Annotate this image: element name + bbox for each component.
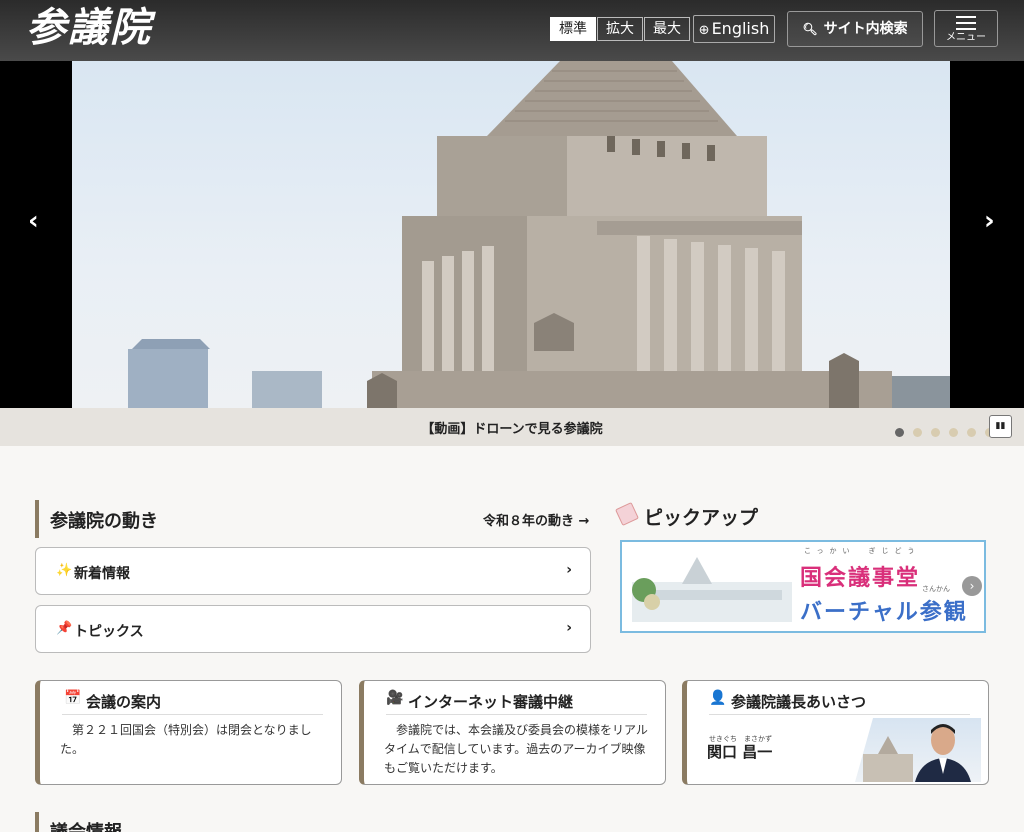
list-item-topics[interactable]: 📌 トピックス › (35, 605, 591, 653)
card-internet-broadcast[interactable]: 🎥 インターネット審議中継 参議院では、本会議及び委員会の模様をリアルタイムで配… (359, 680, 666, 785)
sparkles-icon: ✨ (56, 563, 73, 578)
carousel-dots (895, 422, 998, 441)
carousel-caption-bar: 【動画】ドローンで見る参議院 ▮▮ (0, 408, 1024, 446)
activity-year-link[interactable]: 令和８年の動き → (483, 510, 589, 529)
english-label: English (711, 19, 770, 38)
chevron-right-icon: › (566, 562, 572, 578)
card-body: 参議院では、本会議及び委員会の模様をリアルタイムで配信しています。過去のアーカイ… (384, 723, 648, 775)
pause-icon: ▮▮ (995, 421, 1006, 431)
hero-image-diet-building[interactable] (72, 61, 950, 408)
activity-section-title: 参議院の動き (50, 511, 158, 532)
text-size-standard-button[interactable]: 標準 (550, 17, 596, 41)
card-title: 参議院議長あいさつ (731, 693, 867, 711)
carousel-dot[interactable] (931, 428, 941, 437)
parliament-info-section-title: 議会情報 (50, 818, 122, 832)
hamburger-icon (956, 16, 976, 30)
list-item-label: トピックス (74, 624, 144, 640)
banner-ruby-line1: こっかい ぎじどう (804, 547, 921, 555)
card-title: インターネット審議中継 (408, 693, 574, 711)
carousel-dot[interactable] (949, 428, 959, 437)
card-session-guide[interactable]: 📅 会議の案内 第２２１回国会（特別会）は閉会となりました。 (35, 680, 342, 785)
card-body: 第２２１回国会（特別会）は閉会となりました。 (60, 723, 312, 756)
section-marker (35, 812, 39, 832)
text-size-large-button[interactable]: 拡大 (597, 17, 643, 41)
divider (386, 714, 647, 715)
carousel-next-button[interactable]: › (984, 206, 995, 236)
pushpin-icon: 📌 (56, 621, 73, 636)
section-marker (35, 500, 39, 538)
site-header: 参議院 標準 拡大 最大 ⊕ English 🔍︎ サイト内検索 メニュー (0, 0, 1024, 61)
menu-button[interactable]: メニュー (934, 10, 998, 47)
divider (709, 714, 970, 715)
president-photo (843, 718, 981, 782)
banner-line2: バーチャル参観 (800, 600, 968, 625)
banner-next-button[interactable]: › (962, 576, 982, 596)
carousel-dot[interactable] (895, 428, 904, 437)
video-camera-icon: 🎥 (386, 690, 404, 706)
person-icon: 👤 (709, 690, 727, 706)
hero-carousel: ‹ › (0, 61, 1024, 408)
carousel-dot[interactable] (967, 428, 977, 437)
search-icon: 🔍︎ (802, 22, 818, 36)
menu-label: メニュー (946, 32, 986, 43)
card-president-greeting[interactable]: 👤 参議院議長あいさつ せきぐち まさかず 関口 昌一 (682, 680, 989, 785)
carousel-caption[interactable]: 【動画】ドローンで見る参議院 (0, 418, 1024, 437)
card-title: 会議の案内 (86, 693, 162, 711)
diet-building-illustration (632, 557, 792, 622)
carousel-dot[interactable] (913, 428, 923, 437)
globe-icon: ⊕ (698, 23, 710, 38)
site-search-button[interactable]: 🔍︎ サイト内検索 (787, 11, 923, 47)
pickup-section-title: ピックアップ (644, 507, 759, 529)
virtual-tour-banner[interactable]: こっかい ぎじどう 国会議事堂 さんかん バーチャル参観 › (620, 540, 986, 633)
text-size-max-button[interactable]: 最大 (644, 17, 690, 41)
banner-line1: 国会議事堂 (800, 566, 921, 591)
banner-ruby-line2: さんかん (922, 585, 950, 593)
carousel-pause-button[interactable]: ▮▮ (989, 415, 1012, 438)
calendar-icon: 📅 (64, 690, 82, 706)
chevron-right-icon: › (566, 620, 572, 636)
site-search-label: サイト内検索 (823, 21, 908, 37)
carousel-prev-button[interactable]: ‹ (28, 206, 39, 236)
president-name: 関口 昌一 (707, 743, 773, 761)
list-item-news[interactable]: ✨ 新着情報 › (35, 547, 591, 595)
list-item-label: 新着情報 (74, 566, 130, 582)
english-button[interactable]: ⊕ English (693, 15, 775, 43)
divider (62, 714, 323, 715)
site-logo[interactable]: 参議院 (26, 4, 152, 52)
